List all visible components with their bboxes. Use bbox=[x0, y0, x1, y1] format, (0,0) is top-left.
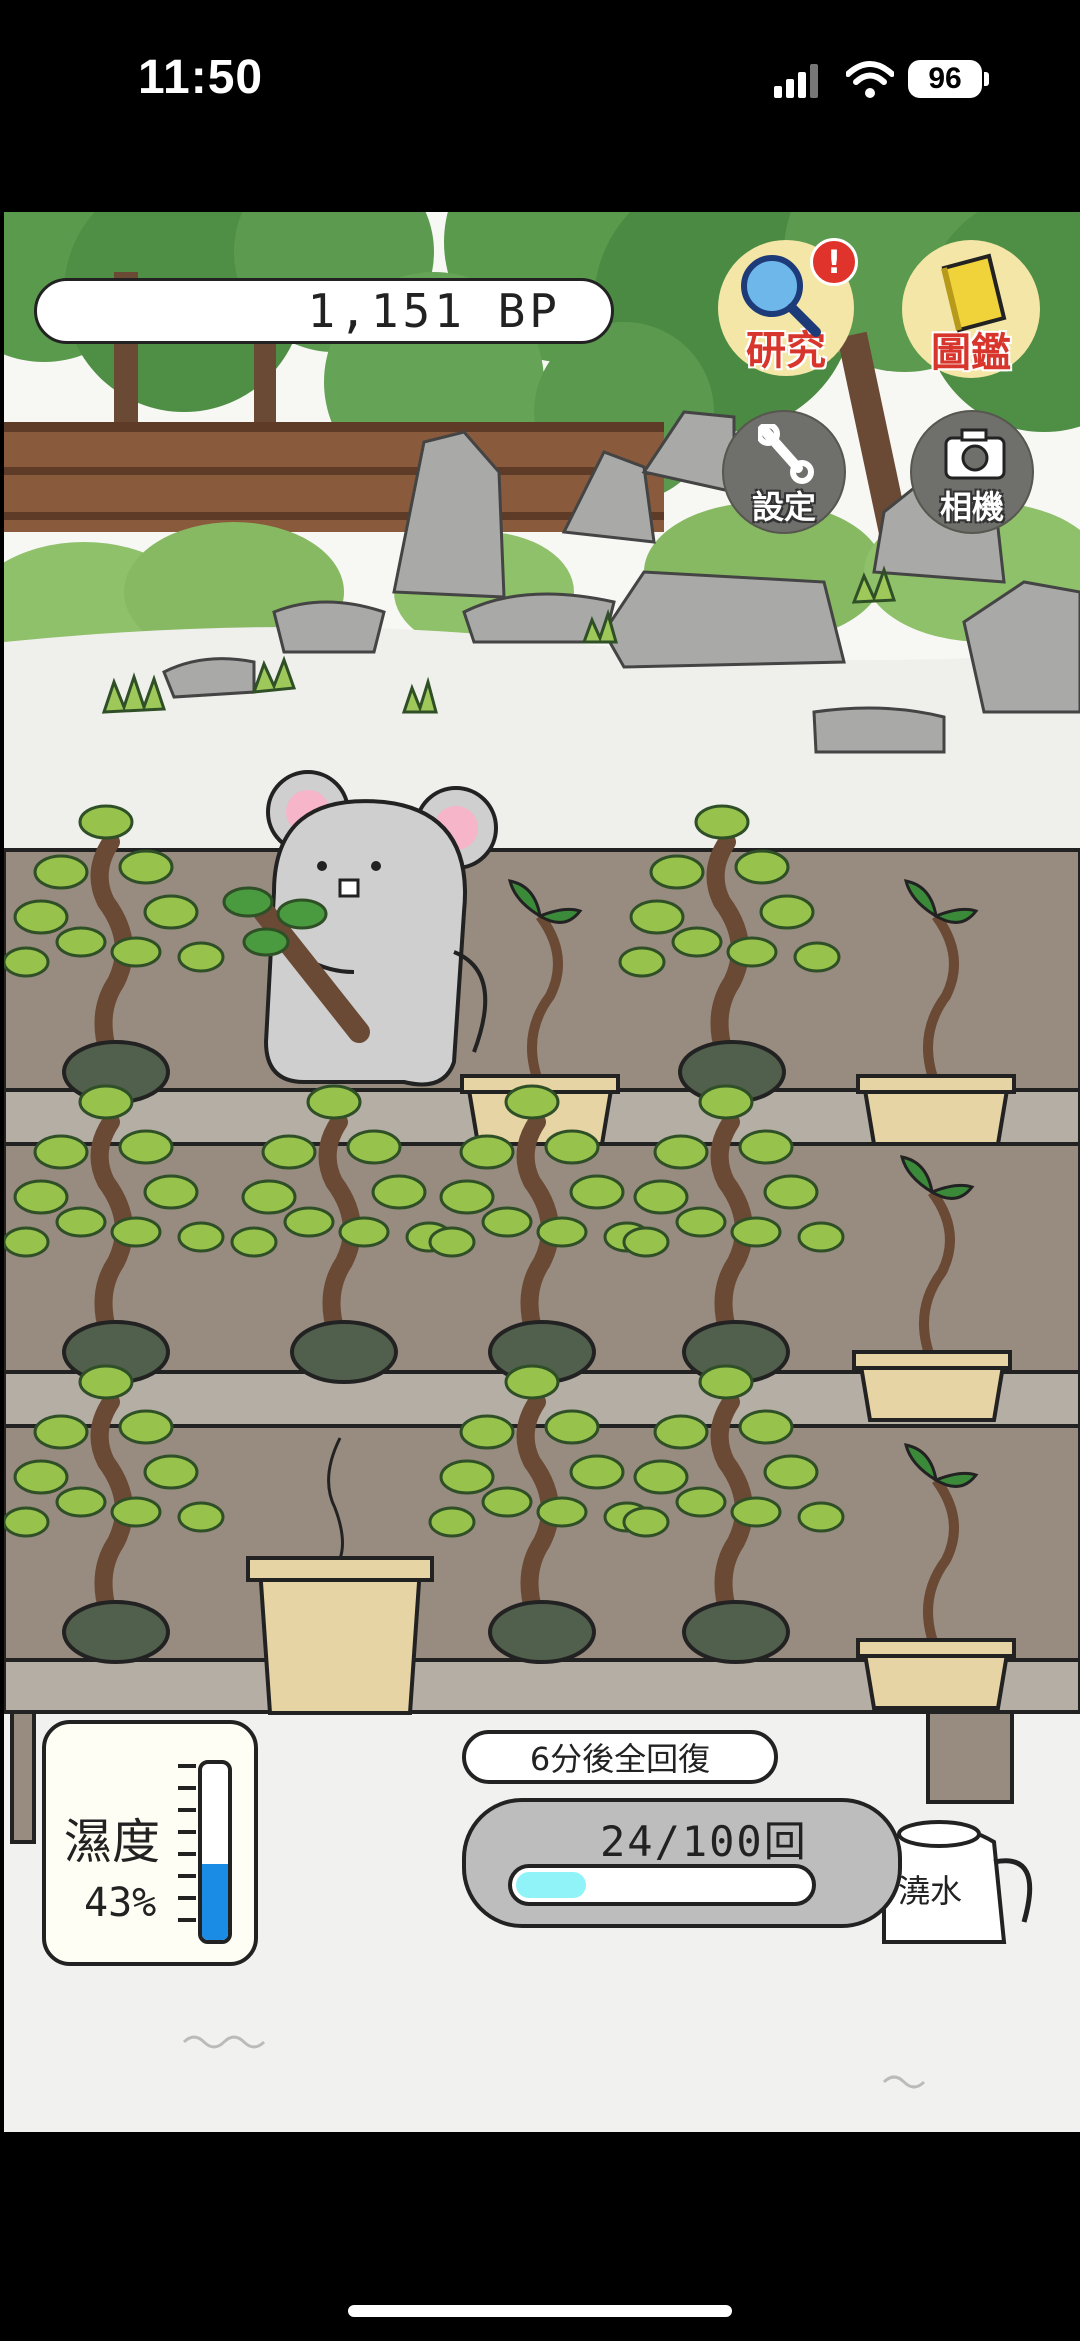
humidity-gauge bbox=[198, 1760, 232, 1944]
wifi-icon bbox=[846, 61, 894, 98]
status-time: 11:50 bbox=[138, 51, 264, 104]
battery-indicator: 96 bbox=[908, 60, 982, 98]
humidity-gauge-fill bbox=[202, 1864, 228, 1940]
water-progress-fill bbox=[516, 1872, 587, 1898]
encyclopedia-button[interactable]: 圖鑑 bbox=[902, 240, 1040, 378]
recover-timer: 6分後全回復 bbox=[462, 1730, 778, 1784]
camera-label: 相機 bbox=[939, 488, 1004, 526]
exclamation-icon: ! bbox=[810, 238, 858, 286]
wrench-icon bbox=[758, 424, 814, 484]
camera-icon bbox=[944, 428, 1006, 480]
battery-nub bbox=[984, 72, 989, 86]
settings-button[interactable]: 設定 bbox=[722, 410, 846, 534]
book-icon bbox=[941, 253, 1007, 333]
humidity-title: 濕度 bbox=[64, 1814, 161, 1870]
settings-label: 設定 bbox=[751, 488, 816, 526]
water-progress-bar bbox=[508, 1864, 816, 1906]
wooden-fence bbox=[4, 422, 664, 532]
camera-button[interactable]: 相機 bbox=[910, 410, 1034, 534]
water-button-label: 澆水 bbox=[898, 1872, 963, 1910]
home-indicator[interactable] bbox=[348, 2305, 732, 2317]
bp-counter: 1,151 BP bbox=[34, 278, 614, 344]
cellular-signal-icon bbox=[774, 64, 818, 98]
magnifier-icon bbox=[741, 255, 821, 337]
water-count: 24/100回 bbox=[600, 1817, 808, 1866]
humidity-value: 43% bbox=[84, 1880, 157, 1926]
humidity-card: 濕度 43% bbox=[42, 1720, 258, 1966]
